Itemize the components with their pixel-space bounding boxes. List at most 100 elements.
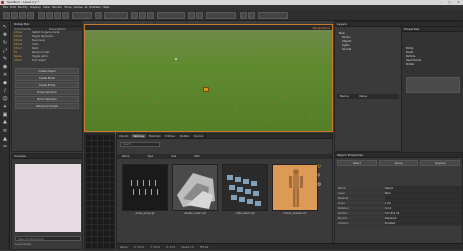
tab-entities[interactable]: Entities xyxy=(163,134,178,138)
reload-scripts-button[interactable]: Reload All Scripts xyxy=(15,103,79,109)
asset-thumbnail[interactable] xyxy=(222,164,268,211)
select-object-button[interactable]: Select xyxy=(337,160,377,166)
terrain-button[interactable] xyxy=(131,12,138,19)
command-row[interactable]: Ctrl+F Find object xyxy=(12,59,82,63)
layer-tree-item[interactable]: Sounds xyxy=(342,48,351,51)
entity-icon[interactable]: ◆ xyxy=(2,80,8,86)
snap-value-dropdown[interactable] xyxy=(104,12,128,19)
status-bar: Ready X: 512.0 Y: 512.0 Z: 32.0 Speed 1.… xyxy=(116,243,463,250)
console-output[interactable] xyxy=(15,164,81,232)
props-table-header: Name Value xyxy=(337,94,399,99)
snap-button[interactable] xyxy=(95,12,102,19)
minimize-button[interactable]: – xyxy=(438,0,443,4)
properties-column: Properties Entity Brush Particle GeomCac… xyxy=(401,27,463,152)
geometry-icon[interactable]: ▣ xyxy=(2,112,8,118)
create-entity-button[interactable]: Create Entity xyxy=(15,82,79,88)
rotate-icon[interactable]: ↻ xyxy=(2,40,8,46)
create-brush-button[interactable]: Create Brush xyxy=(15,75,79,81)
asset-thumbnail[interactable] xyxy=(122,164,168,211)
select-button[interactable] xyxy=(38,12,45,19)
layer-dropdown[interactable] xyxy=(157,12,185,19)
filter-icon[interactable]: ⚲ xyxy=(317,173,329,179)
layer-tree-item[interactable]: Terrain xyxy=(342,36,350,39)
asset-thumbnail[interactable] xyxy=(172,164,218,211)
command-desc: Find object xyxy=(32,59,46,62)
brush-icon[interactable]: ✎ xyxy=(2,56,8,62)
create-object-button[interactable]: Create Object xyxy=(15,68,79,74)
move-button[interactable] xyxy=(46,12,53,19)
physics-button[interactable] xyxy=(139,12,146,19)
terrain-decal xyxy=(205,125,207,126)
property-value[interactable] xyxy=(385,196,462,200)
app-logo-icon xyxy=(1,1,4,4)
tab-materials[interactable]: Materials xyxy=(147,134,164,138)
asset-search-input[interactable]: Search xyxy=(120,142,160,147)
camera-button[interactable] xyxy=(188,12,195,19)
coordinate-dropdown[interactable] xyxy=(72,12,92,19)
settings-icon[interactable]: ⚙ xyxy=(317,182,329,188)
ai-button[interactable] xyxy=(147,12,154,19)
crates-preview-icon xyxy=(227,175,261,206)
maximize-button[interactable]: □ xyxy=(447,0,452,4)
prop-tree-item[interactable]: GeomCache xyxy=(406,59,421,62)
asset-tree-panel[interactable] xyxy=(84,133,115,250)
particle-icon[interactable]: ✦ xyxy=(2,104,8,110)
close-button[interactable]: ✕ xyxy=(456,0,461,4)
redo-button[interactable] xyxy=(11,12,18,19)
tab-objects[interactable]: Objects xyxy=(117,134,132,138)
pause-button[interactable] xyxy=(248,12,255,19)
property-value[interactable]: 512,512,32 xyxy=(385,211,462,215)
property-value[interactable]: Enabled xyxy=(385,221,462,225)
tab-textures[interactable]: Textures xyxy=(131,134,147,138)
undo-button[interactable] xyxy=(3,12,10,19)
light-icon[interactable]: ☀ xyxy=(2,72,8,78)
property-name: Name xyxy=(338,187,346,190)
distant-object-marker[interactable] xyxy=(175,58,177,60)
prop-tree-item[interactable]: Entity xyxy=(406,47,413,50)
play-button[interactable] xyxy=(240,12,247,19)
layer-icon[interactable]: ≡ xyxy=(2,128,8,134)
property-value[interactable]: Main xyxy=(385,191,462,195)
prop-tree-item[interactable]: Prefab xyxy=(406,63,414,66)
scale-icon[interactable]: ⤢ xyxy=(2,48,8,54)
tab-prefabs[interactable]: Prefabs xyxy=(178,134,193,138)
property-value[interactable]: 0,0,0 xyxy=(385,206,462,210)
3d-viewport[interactable]: Perspective xyxy=(84,24,333,132)
group-button[interactable]: Group xyxy=(378,160,419,166)
property-value[interactable]: 1.00 xyxy=(385,201,462,205)
selected-object-cube[interactable] xyxy=(203,87,209,92)
ungroup-button[interactable]: Ungroup xyxy=(420,160,461,166)
road-icon[interactable]: ═ xyxy=(2,144,8,150)
vegetation-icon[interactable]: ♣ xyxy=(2,120,8,126)
layer-tree-item[interactable]: Lights xyxy=(342,44,350,47)
refresh-icon[interactable]: ↻ xyxy=(317,164,329,170)
asset-thumbnail[interactable] xyxy=(272,164,318,211)
property-row[interactable]: Collision Enabled xyxy=(335,221,462,226)
search-field[interactable] xyxy=(258,12,288,19)
sound-icon[interactable]: ♪ xyxy=(2,88,8,94)
mirror-selection-button[interactable]: Mirror Selection xyxy=(15,96,79,102)
pointer-icon[interactable]: ↖ xyxy=(2,24,8,30)
link-button[interactable] xyxy=(19,12,26,19)
toolbar-divider xyxy=(36,12,37,19)
prop-tree-item[interactable]: Brush xyxy=(406,51,413,54)
save-button[interactable] xyxy=(196,12,203,19)
camera-icon[interactable]: ◉ xyxy=(2,64,8,70)
ai-icon[interactable]: ☺ xyxy=(2,96,8,102)
rotate-button[interactable] xyxy=(54,12,61,19)
terrain-icon[interactable]: ▲ xyxy=(2,136,8,142)
scale-button[interactable] xyxy=(62,12,69,19)
layer-tree-item[interactable]: Objects xyxy=(342,40,351,43)
tab-sounds[interactable]: Sounds xyxy=(192,134,207,138)
asset-label: crate_stack.cgf xyxy=(235,212,255,215)
render-mode-dropdown[interactable] xyxy=(206,12,236,19)
group-selection-button[interactable]: Group Selection xyxy=(15,89,79,95)
move-icon[interactable]: ✥ xyxy=(2,32,8,38)
property-value[interactable]: Object xyxy=(385,186,462,190)
unlink-button[interactable] xyxy=(27,12,34,19)
layer-tree-item[interactable]: Main xyxy=(339,32,345,35)
property-value[interactable]: Standard xyxy=(385,216,462,220)
console-input[interactable]: Type command here xyxy=(15,236,81,241)
prop-tree-item[interactable]: Particle xyxy=(406,55,415,58)
